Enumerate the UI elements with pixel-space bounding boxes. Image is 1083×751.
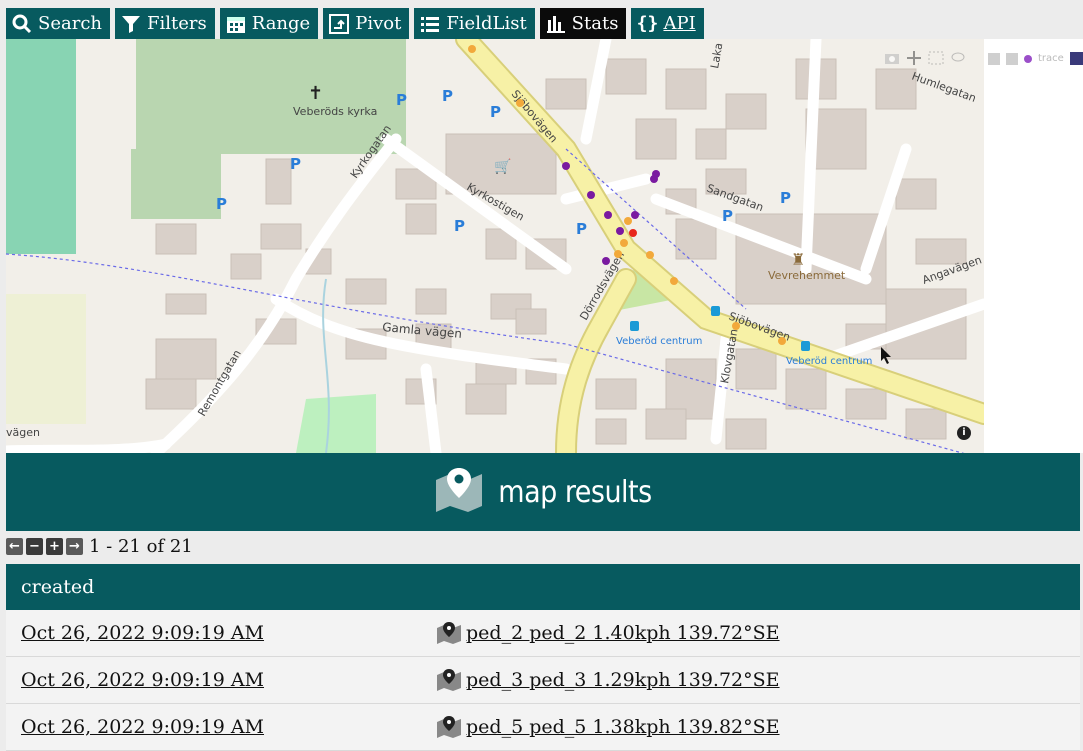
zoom-in-icon[interactable] (988, 52, 1000, 65)
created-link[interactable]: Oct 26, 2022 9:09:19 AM (6, 716, 436, 738)
next-page-icon[interactable]: → (66, 537, 83, 555)
stats-icon (546, 14, 566, 34)
stats-button[interactable]: Stats (539, 8, 627, 39)
fieldlist-label: FieldList (446, 13, 527, 34)
toolbar: Search Filters Range Pivot FieldList Sta… (6, 8, 704, 39)
map-marker-icon (434, 468, 484, 516)
parking-icon: P (454, 217, 465, 235)
care-home-icon: ♜ (791, 250, 805, 269)
table-header: created (6, 564, 1080, 610)
collapse-icon[interactable]: − (26, 537, 43, 555)
braces-icon: {} (636, 13, 659, 34)
map-point-link[interactable]: ped_3 ped_3 1.29kph 139.72°SE (436, 669, 780, 691)
search-label: Search (38, 13, 102, 34)
map-view[interactable]: Veberöds kyrka Vevrehemmet Veberöd centr… (6, 39, 984, 453)
map-side-panel (984, 39, 1083, 453)
pivot-icon (329, 13, 350, 34)
table-row: Oct 26, 2022 9:09:19 AM ped_3 ped_3 1.29… (6, 657, 1080, 704)
filters-button[interactable]: Filters (115, 8, 215, 39)
map-street-vagen: vägen (6, 426, 40, 439)
created-link[interactable]: Oct 26, 2022 9:09:19 AM (6, 622, 436, 644)
map-marker-icon (436, 669, 462, 691)
layers-icon[interactable] (1006, 52, 1018, 65)
bus-stop-icon (711, 306, 720, 316)
box-select-icon[interactable] (928, 50, 944, 65)
trace-label: trace (1038, 53, 1064, 64)
search-button[interactable]: Search (6, 8, 110, 39)
range-button[interactable]: Range (219, 8, 319, 39)
camera-icon[interactable] (884, 50, 900, 64)
map-point-text: ped_3 ped_3 1.29kph 139.72°SE (466, 669, 780, 691)
map-point-text: ped_5 ped_5 1.38kph 139.82°SE (466, 716, 780, 738)
parking-icon: P (216, 195, 227, 213)
pivot-label: Pivot (355, 13, 402, 34)
pager-text: 1 - 21 of 21 (89, 535, 193, 557)
parking-icon: P (396, 91, 407, 109)
expand-icon[interactable]: + (46, 537, 63, 555)
map-label-vevrehemmet: Vevrehemmet (768, 269, 846, 282)
map-label-kyrka: Veberöds kyrka (293, 105, 377, 118)
parking-icon: P (576, 220, 587, 238)
table-row: Oct 26, 2022 9:09:19 AM ped_5 ped_5 1.38… (6, 704, 1080, 751)
column-header-created[interactable]: created (21, 576, 94, 598)
map-canvas: Veberöds kyrka Vevrehemmet Veberöd centr… (6, 39, 984, 453)
stats-label: Stats (571, 13, 619, 34)
parking-icon: P (490, 103, 501, 121)
map-point-link[interactable]: ped_5 ped_5 1.38kph 139.82°SE (436, 716, 780, 738)
chart-icon[interactable] (1069, 52, 1083, 65)
church-icon: ✝ (308, 83, 323, 104)
map-marker-icon (436, 622, 462, 644)
bus-stop-icon (630, 321, 639, 331)
calendar-icon (226, 14, 246, 34)
pan-icon[interactable] (906, 50, 922, 65)
results-header: map results (6, 453, 1080, 531)
lasso-icon[interactable] (950, 50, 966, 64)
trace-legend-icon (1024, 54, 1032, 63)
created-link[interactable]: Oct 26, 2022 9:09:19 AM (6, 669, 436, 691)
parking-icon: P (780, 189, 791, 207)
fieldlist-button[interactable]: FieldList (414, 8, 535, 39)
map-toolbar-right: trace (988, 52, 1083, 65)
map-point-link[interactable]: ped_2 ped_2 1.40kph 139.72°SE (436, 622, 780, 644)
parking-icon: P (722, 207, 733, 225)
table-row: Oct 26, 2022 9:09:19 AM ped_2 ped_2 1.40… (6, 610, 1080, 657)
map-toolbar (884, 50, 966, 65)
api-button[interactable]: {} API (631, 8, 704, 39)
shop-icon: 🛒 (494, 158, 511, 175)
map-label-centrum-1: Veberöd centrum (616, 336, 702, 347)
prev-page-icon[interactable]: ← (6, 537, 23, 555)
filters-label: Filters (147, 13, 207, 34)
pivot-button[interactable]: Pivot (323, 8, 410, 39)
pager: ← − + → 1 - 21 of 21 (6, 535, 193, 557)
map-marker-icon (436, 716, 462, 738)
parking-icon: P (290, 155, 301, 173)
search-icon (12, 14, 32, 34)
parking-icon: P (442, 87, 453, 105)
results-table: created Oct 26, 2022 9:09:19 AM ped_2 pe… (6, 564, 1080, 751)
map-point-text: ped_2 ped_2 1.40kph 139.72°SE (466, 622, 780, 644)
list-icon (420, 14, 440, 34)
map-label-centrum-2: Veberöd centrum (786, 356, 872, 367)
api-label: API (663, 13, 696, 34)
results-title: map results (498, 474, 652, 510)
range-label: Range (251, 13, 311, 34)
filter-icon (121, 14, 141, 34)
info-icon[interactable]: i (957, 426, 971, 440)
bus-stop-icon (801, 341, 810, 351)
